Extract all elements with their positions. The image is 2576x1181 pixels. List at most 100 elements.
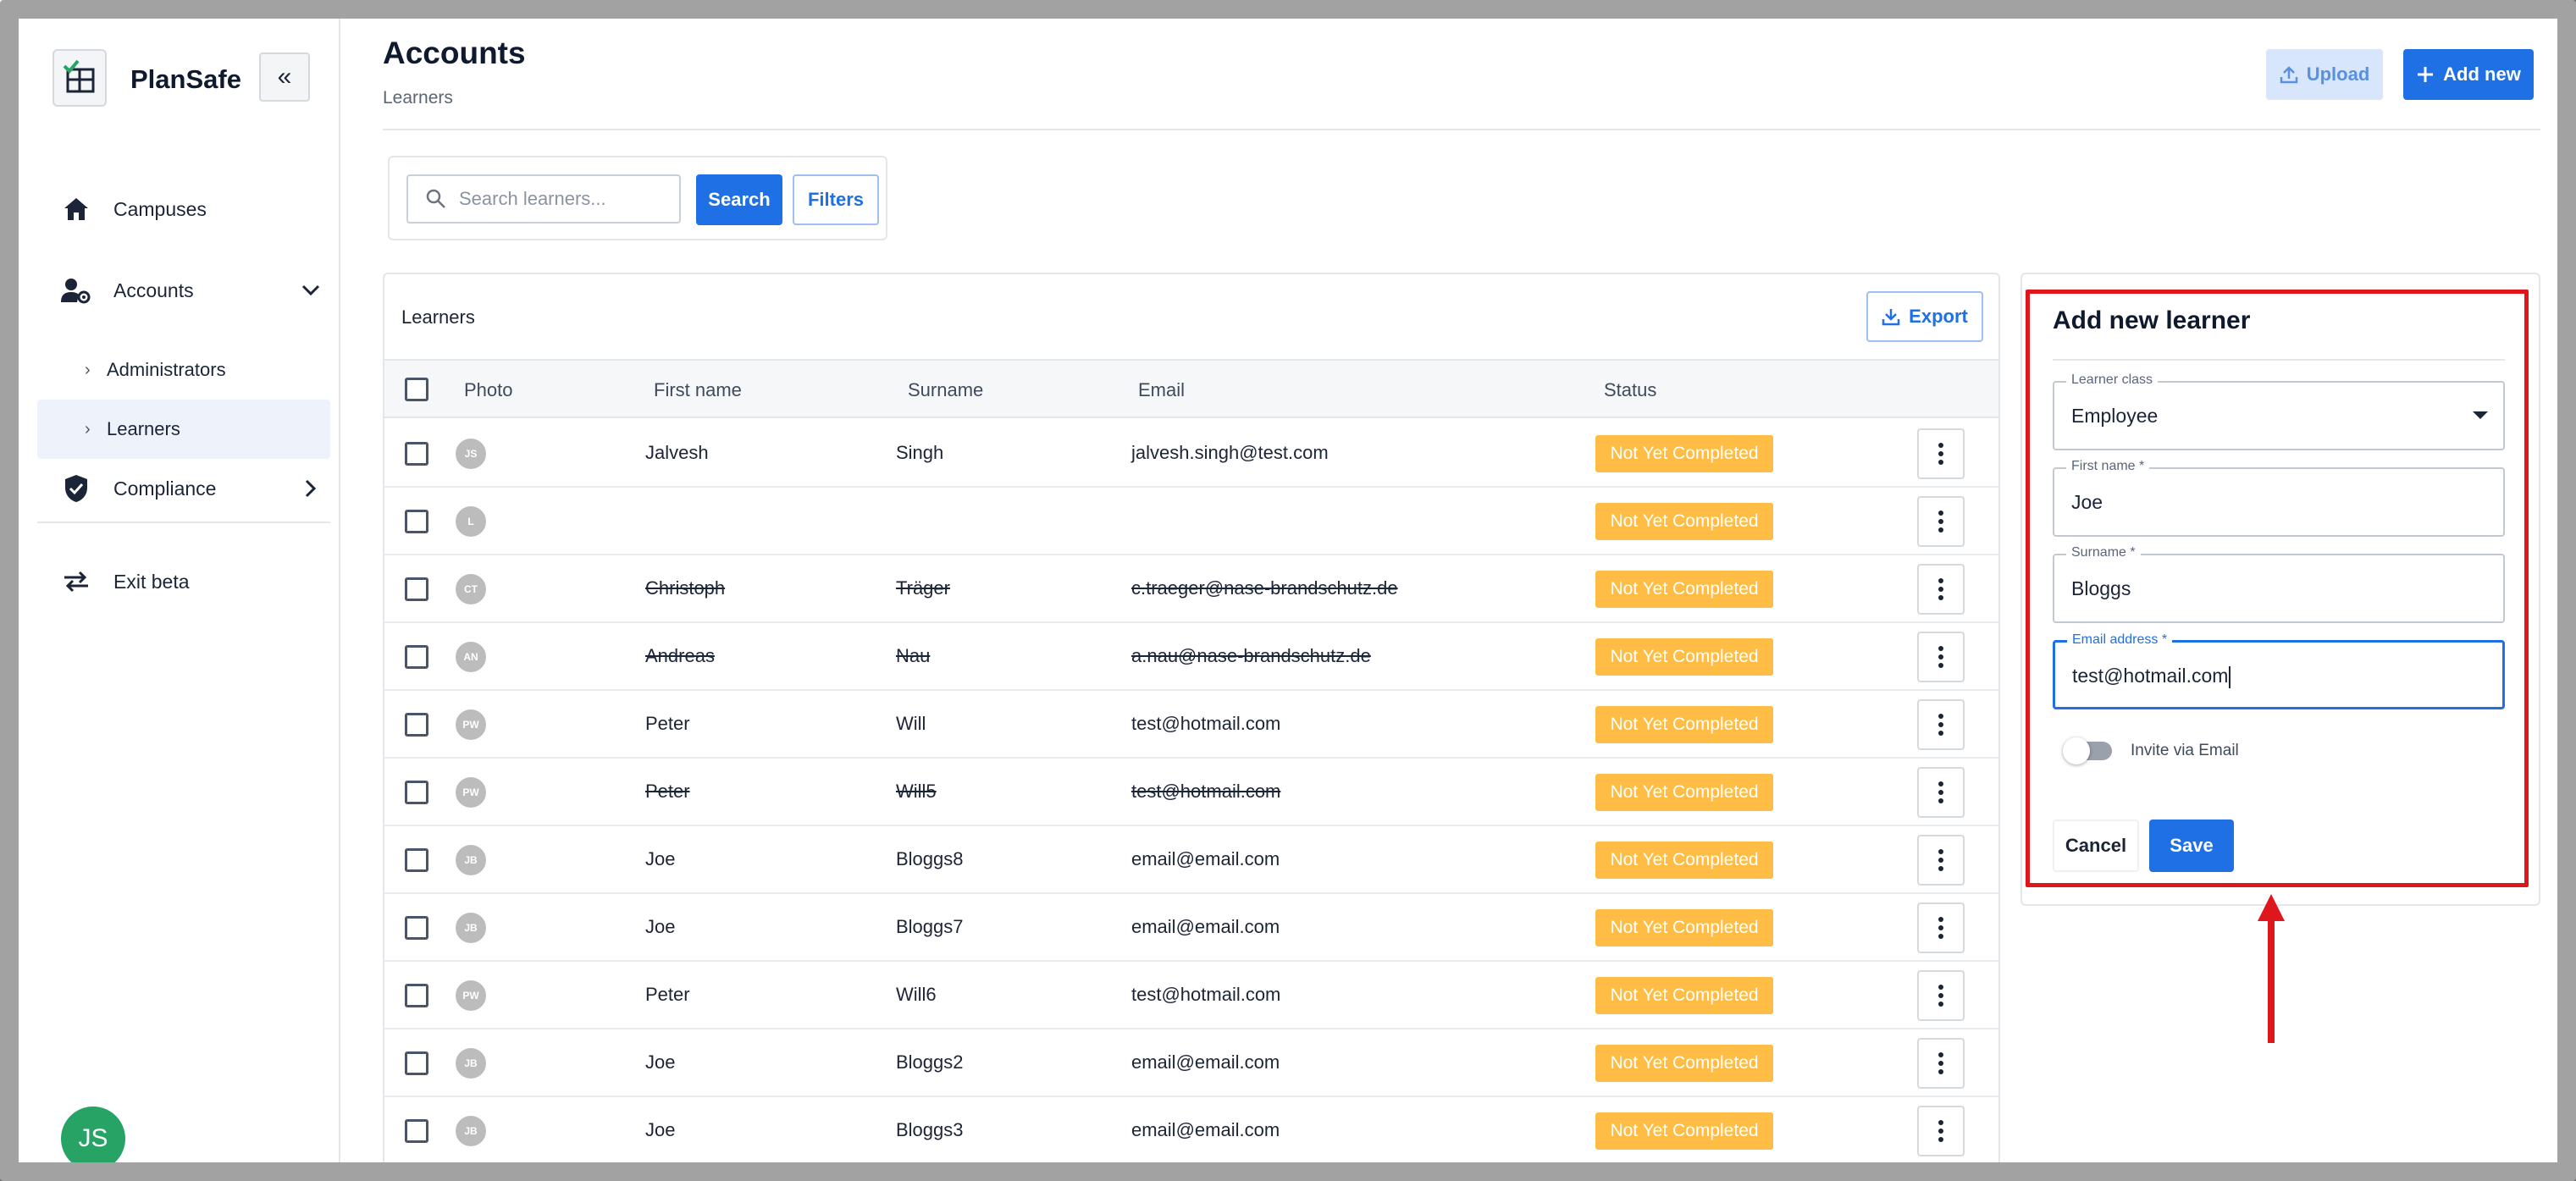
download-icon	[1882, 309, 1900, 326]
more-vertical-icon	[1938, 781, 1943, 803]
upload-button[interactable]: Upload	[2266, 49, 2383, 100]
export-button[interactable]: Export	[1866, 291, 1983, 342]
cell-email: test@hotmail.com	[1131, 713, 1281, 734]
row-checkbox[interactable]	[405, 1119, 428, 1143]
row-menu-button[interactable]	[1917, 1106, 1965, 1156]
sidebar-item-learners[interactable]: › Learners	[37, 400, 330, 459]
cell-first-name: Jalvesh	[645, 442, 709, 463]
add-new-button[interactable]: Add new	[2403, 49, 2534, 100]
table-row[interactable]: AN Andreas Nau a.nau@nase-brandschutz.de Not…	[384, 623, 1998, 691]
learner-avatar: CT	[456, 574, 486, 604]
row-menu-button[interactable]	[1917, 835, 1965, 886]
row-checkbox[interactable]	[405, 916, 428, 940]
learner-avatar: PW	[456, 777, 486, 808]
table-row[interactable]: JB Joe Bloggs2 email@email.com Not Yet Compl…	[384, 1029, 1998, 1097]
select-all-checkbox[interactable]	[405, 378, 428, 401]
cell-first-name: Peter	[645, 713, 690, 734]
nav-item-compliance[interactable]: Compliance	[19, 459, 332, 518]
row-checkbox[interactable]	[405, 984, 428, 1007]
table-title: Learners	[401, 306, 475, 328]
cell-email: jalvesh.singh@test.com	[1131, 442, 1329, 463]
row-menu-button[interactable]	[1917, 767, 1965, 818]
table-row[interactable]: L Not Yet Completed	[384, 488, 1998, 555]
row-menu-button[interactable]	[1917, 902, 1965, 953]
row-checkbox[interactable]	[405, 645, 428, 669]
more-vertical-icon	[1938, 443, 1943, 465]
sidebar-divider	[37, 522, 330, 523]
search-button[interactable]: Search	[696, 174, 782, 225]
column-header-email[interactable]: Email	[1138, 379, 1185, 401]
table-row[interactable]: PW Peter Will5 test@hotmail.com Not Yet Comp…	[384, 759, 1998, 826]
learner-avatar: JS	[456, 439, 486, 469]
row-checkbox[interactable]	[405, 713, 428, 737]
breadcrumb: Learners	[383, 88, 453, 108]
table-row[interactable]: PW Peter Will test@hotmail.com Not Yet Compl…	[384, 691, 1998, 759]
column-header-first-name[interactable]: First name	[654, 379, 742, 401]
logo-icon	[53, 49, 107, 107]
table-row[interactable]: CT Christoph Träger c.traeger@nase-brandsch…	[384, 555, 1998, 623]
filters-button[interactable]: Filters	[793, 174, 879, 225]
learner-avatar: PW	[456, 709, 486, 740]
page-title: Accounts	[383, 36, 526, 70]
column-header-surname[interactable]: Surname	[908, 379, 983, 401]
table-row[interactable]: JS Jalvesh Singh jalvesh.singh@test.com Not …	[384, 420, 1998, 488]
cell-surname: Will6	[896, 984, 937, 1005]
search-placeholder: Search learners...	[459, 188, 606, 209]
table-row[interactable]: JB Joe Bloggs8 email@email.com Not Yet Compl…	[384, 826, 1998, 894]
row-menu-button[interactable]	[1917, 496, 1965, 547]
row-menu-button[interactable]	[1917, 428, 1965, 479]
chevron-right-icon: ›	[85, 360, 91, 379]
cell-surname: Singh	[896, 442, 944, 463]
cell-first-name: Christoph	[645, 577, 726, 599]
more-vertical-icon	[1938, 646, 1943, 668]
export-label: Export	[1909, 306, 1968, 327]
status-badge: Not Yet Completed	[1595, 977, 1773, 1014]
status-badge: Not Yet Completed	[1595, 774, 1773, 811]
nav-item-accounts[interactable]: Accounts	[19, 261, 332, 320]
annotation-arrow-icon	[2258, 894, 2285, 1043]
table-row[interactable]: JB Joe Bloggs3 email@email.com Not Yet Compl…	[384, 1097, 1998, 1165]
row-checkbox[interactable]	[405, 577, 428, 601]
learners-table: Learners Export Photo First name Surname…	[383, 273, 2000, 1170]
status-badge: Not Yet Completed	[1595, 706, 1773, 743]
more-vertical-icon	[1938, 714, 1943, 736]
cell-email: email@email.com	[1131, 1119, 1280, 1140]
more-vertical-icon	[1938, 510, 1943, 533]
status-badge: Not Yet Completed	[1595, 638, 1773, 676]
status-badge: Not Yet Completed	[1595, 435, 1773, 472]
column-header-photo: Photo	[464, 379, 513, 400]
row-menu-button[interactable]	[1917, 632, 1965, 682]
table-header: Photo First name Surname Email Status	[384, 359, 1998, 418]
cell-surname: Bloggs3	[896, 1119, 964, 1140]
table-row[interactable]: PW Peter Will6 test@hotmail.com Not Yet Comp…	[384, 962, 1998, 1029]
nav-item-campuses[interactable]: Campuses	[19, 179, 332, 239]
search-icon	[425, 188, 447, 215]
chevron-right-icon	[298, 476, 323, 501]
status-badge: Not Yet Completed	[1595, 1045, 1773, 1082]
row-checkbox[interactable]	[405, 442, 428, 466]
user-avatar[interactable]: JS	[61, 1106, 125, 1171]
cell-email: a.nau@nase-brandschutz.de	[1131, 645, 1371, 666]
more-vertical-icon	[1938, 917, 1943, 939]
sidebar-item-administrators[interactable]: › Administrators	[37, 340, 330, 400]
learner-avatar: JB	[456, 845, 486, 875]
search-input[interactable]: Search learners...	[406, 174, 681, 224]
row-menu-button[interactable]	[1917, 699, 1965, 750]
row-menu-button[interactable]	[1917, 564, 1965, 615]
row-menu-button[interactable]	[1917, 1038, 1965, 1089]
users-gear-icon	[61, 275, 91, 306]
row-checkbox[interactable]	[405, 781, 428, 804]
row-checkbox[interactable]	[405, 1051, 428, 1075]
nav-item-exit-beta[interactable]: Exit beta	[19, 552, 332, 611]
row-checkbox[interactable]	[405, 848, 428, 872]
column-header-status[interactable]: Status	[1604, 379, 1656, 401]
search-bar: Search learners... Search Filters	[388, 156, 887, 240]
table-row[interactable]: JB Joe Bloggs7 email@email.com Not Yet Compl…	[384, 894, 1998, 962]
cell-surname: Will5	[896, 781, 937, 802]
collapse-sidebar-button[interactable]: «	[259, 52, 310, 102]
cell-surname: Will	[896, 713, 926, 734]
cell-first-name: Joe	[645, 848, 676, 869]
more-vertical-icon	[1938, 849, 1943, 871]
row-checkbox[interactable]	[405, 510, 428, 533]
row-menu-button[interactable]	[1917, 970, 1965, 1021]
